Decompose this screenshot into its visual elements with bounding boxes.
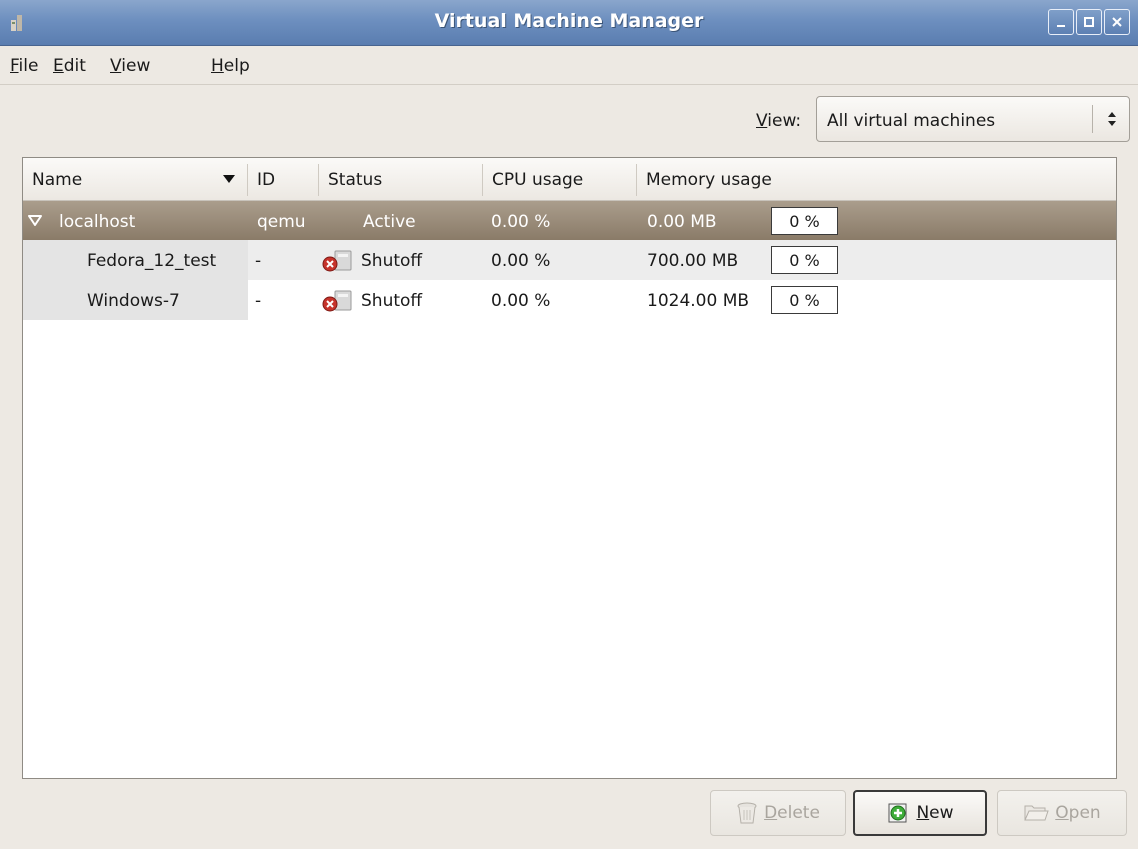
column-header-memory[interactable]: Memory usage <box>637 158 937 201</box>
updown-arrows-icon <box>1108 112 1116 126</box>
vm-name: Windows-7 <box>87 291 180 311</box>
close-icon <box>1112 17 1122 27</box>
new-button[interactable]: New <box>853 790 987 836</box>
sort-descending-icon <box>223 175 235 183</box>
vm-list[interactable]: Name ID Status CPU usage Memory usage lo… <box>22 157 1117 779</box>
vm-memory: 700.00 MB <box>647 251 739 271</box>
host-row-localhost[interactable]: localhost qemu Active 0.00 % 0.00 MB 0 % <box>23 201 1116 240</box>
vm-id: - <box>255 251 262 271</box>
window-title: Virtual Machine Manager <box>434 10 704 32</box>
view-filter-label: View: <box>756 111 802 131</box>
vm-memory-bar: 0 % <box>771 246 838 274</box>
vm-status: Shutoff <box>361 251 423 271</box>
view-filter-select[interactable]: All virtual machines <box>816 96 1130 142</box>
menu-file[interactable]: File <box>10 56 38 76</box>
vm-memory-bar: 0 % <box>771 286 838 314</box>
view-filter-value: All virtual machines <box>827 111 996 131</box>
folder-open-icon <box>1024 805 1049 821</box>
menu-help[interactable]: Help <box>211 56 250 76</box>
column-header-row: Name ID Status CPU usage Memory usage <box>23 158 1116 201</box>
vm-status: Shutoff <box>361 291 423 311</box>
host-cpu: 0.00 % <box>491 212 551 232</box>
host-memory: 0.00 MB <box>647 212 717 232</box>
close-button[interactable] <box>1104 9 1130 35</box>
vm-cpu: 0.00 % <box>491 251 551 271</box>
open-button[interactable]: Open <box>997 790 1127 836</box>
maximize-button[interactable] <box>1076 9 1102 35</box>
host-memory-bar: 0 % <box>771 207 838 235</box>
column-header-status[interactable]: Status <box>319 158 482 201</box>
new-vm-plus-icon <box>888 803 907 823</box>
maximize-icon <box>1084 17 1094 27</box>
vm-shutoff-icon <box>322 250 352 272</box>
trash-icon <box>737 802 757 824</box>
vm-row[interactable]: Fedora_12_test - Shutoff 0.00 % 700.00 M… <box>23 240 1116 280</box>
host-id: qemu <box>257 212 306 232</box>
host-status: Active <box>363 212 416 232</box>
menu-bar: File Edit View Help <box>0 47 1138 85</box>
vm-row[interactable]: Windows-7 - Shutoff 0.00 % 1024.00 MB 0 … <box>23 280 1116 320</box>
minimize-icon <box>1057 25 1065 27</box>
vm-memory: 1024.00 MB <box>647 291 750 311</box>
vm-name: Fedora_12_test <box>87 251 217 271</box>
menu-view[interactable]: View <box>110 56 150 76</box>
host-name: localhost <box>59 212 136 232</box>
title-bar[interactable]: Virtual Machine Manager <box>0 0 1138 46</box>
vm-shutoff-icon <box>322 290 352 312</box>
vm-cpu: 0.00 % <box>491 291 551 311</box>
expander-triangle-icon[interactable] <box>28 215 42 226</box>
column-header-cpu[interactable]: CPU usage <box>483 158 636 201</box>
menu-edit[interactable]: Edit <box>53 56 86 76</box>
column-header-id[interactable]: ID <box>248 158 318 201</box>
minimize-button[interactable] <box>1048 9 1074 35</box>
column-header-name[interactable]: Name <box>23 158 247 201</box>
delete-button[interactable]: Delete <box>710 790 846 836</box>
vm-id: - <box>255 291 262 311</box>
